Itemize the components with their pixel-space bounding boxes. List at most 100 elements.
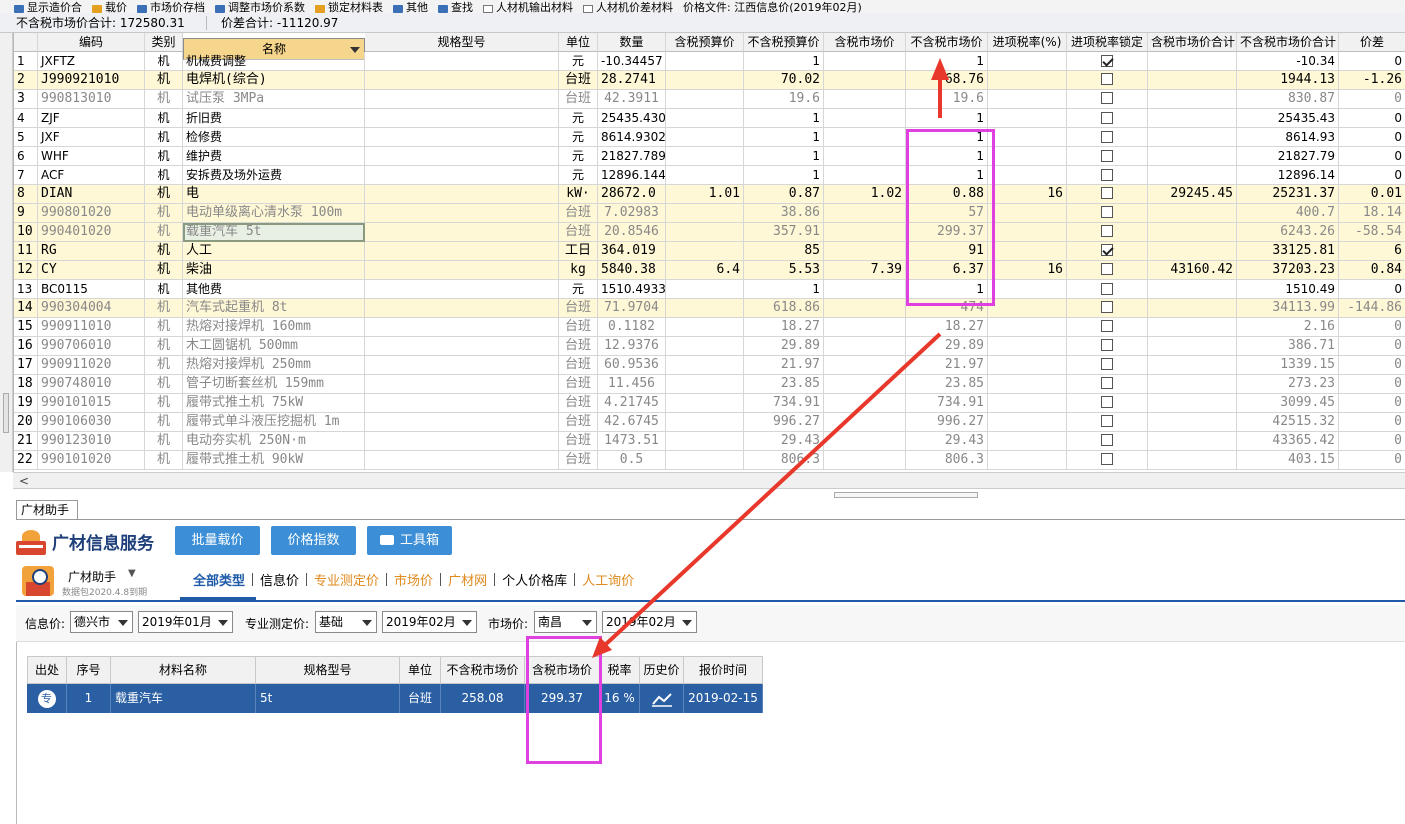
cell-diff[interactable]: 0.84 bbox=[1339, 261, 1405, 280]
column-header[interactable]: 单位 bbox=[559, 33, 598, 52]
cell-spec[interactable] bbox=[365, 147, 559, 166]
cell-market[interactable]: 734.91 bbox=[906, 394, 988, 413]
cell-code[interactable]: JXF bbox=[38, 128, 145, 147]
source-cell[interactable]: 专 bbox=[27, 684, 67, 713]
cell-diff[interactable]: 0 bbox=[1339, 375, 1405, 394]
cell-total[interactable]: 42515.32 bbox=[1237, 413, 1339, 432]
tax-lock-cell[interactable] bbox=[1067, 375, 1148, 394]
cell-tax-total[interactable] bbox=[1148, 223, 1237, 242]
column-header[interactable]: 规格型号 bbox=[365, 33, 559, 52]
cell-name[interactable]: 管子切断套丝机 159mm bbox=[183, 375, 365, 394]
cell-budget[interactable]: 1 bbox=[744, 166, 824, 185]
cell-tax-market[interactable] bbox=[824, 318, 906, 337]
cell-name[interactable]: 电动夯实机 250N·m bbox=[183, 432, 365, 451]
cell-total[interactable]: 1510.49 bbox=[1237, 280, 1339, 299]
cell-market[interactable]: 29.89 bbox=[906, 337, 988, 356]
cell-tax-market[interactable]: 1.02 bbox=[824, 185, 906, 204]
cell-no[interactable]: 8 bbox=[14, 185, 38, 204]
cell-market[interactable]: 0.88 bbox=[906, 185, 988, 204]
cell-spec[interactable] bbox=[365, 261, 559, 280]
cell-name[interactable]: 试压泵 3MPa bbox=[183, 90, 365, 109]
cell-budget[interactable]: 1 bbox=[744, 109, 824, 128]
cell-spec[interactable] bbox=[365, 185, 559, 204]
column-header[interactable]: 进项税率锁定 bbox=[1067, 33, 1148, 52]
cell-unit[interactable]: 元 bbox=[559, 128, 598, 147]
checkbox[interactable] bbox=[1101, 111, 1113, 124]
checkbox[interactable] bbox=[1101, 243, 1113, 256]
cell-code[interactable]: 990911020 bbox=[38, 356, 145, 375]
tax-lock-cell[interactable] bbox=[1067, 356, 1148, 375]
checkbox[interactable] bbox=[1101, 130, 1113, 143]
cell-no[interactable]: 20 bbox=[14, 413, 38, 432]
table-row[interactable]: 10 990401020 机载重汽车 5t 台班 20.8546 357.91 299.37… bbox=[14, 223, 1405, 242]
cell-spec[interactable] bbox=[365, 71, 559, 90]
table-row[interactable]: 5 JXF 机检修费 元 8614.9302 1 1 8614.93 0 bbox=[14, 128, 1405, 147]
cell-rate[interactable] bbox=[988, 280, 1067, 299]
cell-tax-budget[interactable] bbox=[666, 356, 744, 375]
source-badge-icon[interactable]: 专 bbox=[37, 689, 56, 708]
table-row[interactable]: 6 WHF 机维护费 元 21827.789 1 1 21827.79 0 bbox=[14, 147, 1405, 166]
table-row[interactable]: 20 990106030 机履带式单斗液压挖掘机 1m 台班 42.6745 996.27… bbox=[14, 413, 1405, 432]
table-row[interactable]: 12 CY 机柴油 kg 5840.38 6.4 5.53 7.39 6.37 16 43160.4… bbox=[14, 261, 1405, 280]
toolbar-item[interactable]: 市场价存档 bbox=[137, 2, 205, 13]
cell-diff[interactable]: 0 bbox=[1339, 128, 1405, 147]
table-row[interactable]: 3 990813010 机试压泵 3MPa 台班 42.3911 19.6 19.6 830.… bbox=[14, 90, 1405, 109]
cell-tax-total[interactable] bbox=[1148, 204, 1237, 223]
table-row[interactable]: 2 J990921010 机电焊机(综合) 台班 28.2741 70.02 68.76 19… bbox=[14, 71, 1405, 90]
cell-total[interactable]: 830.87 bbox=[1237, 90, 1339, 109]
cell-budget[interactable]: 85 bbox=[744, 242, 824, 261]
cell-unit[interactable]: 台班 bbox=[559, 356, 598, 375]
cell-tax-market[interactable] bbox=[824, 432, 906, 451]
cell-rate[interactable] bbox=[988, 394, 1067, 413]
cell-budget[interactable]: 29.89 bbox=[744, 337, 824, 356]
cell-total[interactable]: 400.7 bbox=[1237, 204, 1339, 223]
checkbox[interactable] bbox=[1101, 300, 1113, 313]
chevron-down-icon[interactable]: ▼ bbox=[128, 568, 136, 579]
tax-lock-cell[interactable] bbox=[1067, 280, 1148, 299]
tax-lock-cell[interactable] bbox=[1067, 299, 1148, 318]
checkbox[interactable] bbox=[1101, 319, 1113, 332]
cell-no[interactable]: 13 bbox=[14, 280, 38, 299]
table-row[interactable]: 22 990101020 机履带式推土机 90kW 台班 0.5 806.3 806.3 40… bbox=[14, 451, 1405, 470]
pro-type-select[interactable]: 基础 bbox=[315, 611, 377, 633]
cell-unit[interactable]: 台班 bbox=[559, 394, 598, 413]
cell-unit[interactable]: 台班 bbox=[559, 90, 598, 109]
cell-market[interactable]: 996.27 bbox=[906, 413, 988, 432]
cell-tax-market[interactable] bbox=[824, 242, 906, 261]
tax-lock-cell[interactable] bbox=[1067, 432, 1148, 451]
tab-source-1[interactable]: 信息价 bbox=[253, 570, 306, 589]
cell-rate[interactable] bbox=[988, 318, 1067, 337]
cell-rate[interactable] bbox=[988, 147, 1067, 166]
tax-lock-cell[interactable] bbox=[1067, 204, 1148, 223]
cell-tax-market[interactable] bbox=[824, 109, 906, 128]
cell-no[interactable]: 15 bbox=[14, 318, 38, 337]
cell-spec[interactable] bbox=[365, 128, 559, 147]
cell-qty[interactable]: 364.019 bbox=[598, 242, 666, 261]
cell-unit[interactable]: 台班 bbox=[559, 451, 598, 470]
cell-code[interactable]: 990911010 bbox=[38, 318, 145, 337]
cell-tax-budget[interactable] bbox=[666, 375, 744, 394]
cell-type[interactable]: 机 bbox=[145, 147, 183, 166]
table-row[interactable]: 9 990801020 机电动单级离心清水泵 100m 台班 7.02983 38.86 5… bbox=[14, 204, 1405, 223]
table-row[interactable]: 13 BC0115 机其他费 元 1510.4933 1 1 1510.49 0 bbox=[14, 280, 1405, 299]
cell-qty[interactable]: 0.5 bbox=[598, 451, 666, 470]
cell-code[interactable]: 990748010 bbox=[38, 375, 145, 394]
cell-rate[interactable] bbox=[988, 90, 1067, 109]
toolbar-item[interactable]: 载价 bbox=[92, 2, 127, 13]
tab-source-3[interactable]: 市场价 bbox=[387, 570, 440, 589]
toolbar-item[interactable]: 人材机输出材料 bbox=[483, 2, 573, 13]
cell-tax-budget[interactable] bbox=[666, 413, 744, 432]
cell-tax-total[interactable] bbox=[1148, 451, 1237, 470]
cell-type[interactable]: 机 bbox=[145, 413, 183, 432]
cell-no[interactable]: 10 bbox=[14, 223, 38, 242]
cell-tax-total[interactable] bbox=[1148, 52, 1237, 71]
table-row[interactable]: 18 990748010 机管子切断套丝机 159mm 台班 11.456 23.85 23… bbox=[14, 375, 1405, 394]
cell-total[interactable]: 403.15 bbox=[1237, 451, 1339, 470]
cell-unit[interactable]: 台班 bbox=[559, 71, 598, 90]
cell-diff[interactable]: 0 bbox=[1339, 90, 1405, 109]
cell-diff[interactable]: 0 bbox=[1339, 147, 1405, 166]
cell-type[interactable]: 机 bbox=[145, 299, 183, 318]
cell-tax-budget[interactable] bbox=[666, 147, 744, 166]
cell-qty[interactable]: 60.9536 bbox=[598, 356, 666, 375]
cell-budget[interactable]: 18.27 bbox=[744, 318, 824, 337]
